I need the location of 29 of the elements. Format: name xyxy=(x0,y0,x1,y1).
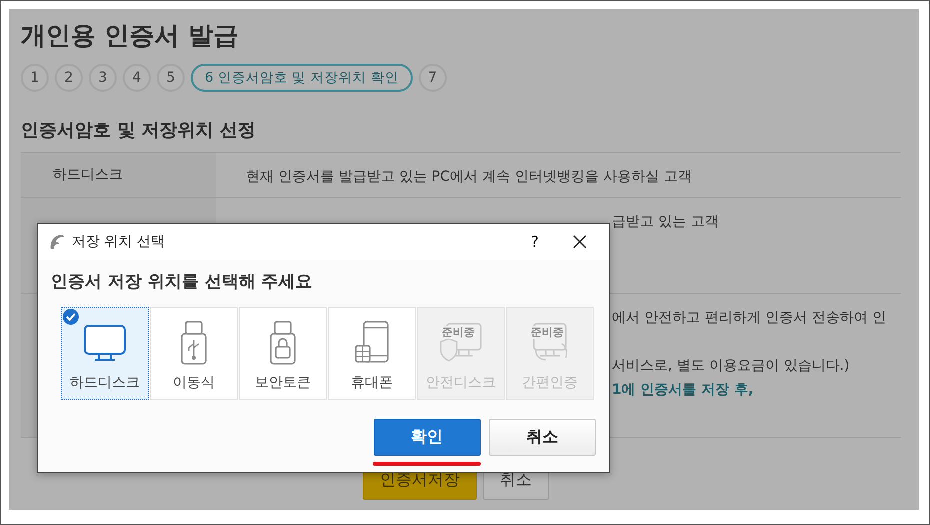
help-button[interactable]: ? xyxy=(525,233,545,251)
status-badge: 준비중 xyxy=(442,326,475,339)
storage-option[interactable]: 보안토큰 xyxy=(239,307,327,400)
storage-option[interactable]: 하드디스크 xyxy=(61,307,149,400)
storage-option[interactable]: 휴대폰 xyxy=(328,307,416,400)
step-indicator: 2 xyxy=(55,64,83,92)
section-title: 인증서암호 및 저장위치 선정 xyxy=(21,119,257,142)
dialog-title: 저장 위치 선택 xyxy=(72,233,166,251)
description-text: 현재 인증서를 발급받고 있는 PC에서 계속 인터넷뱅킹을 사용하실 고객 xyxy=(246,168,693,187)
description-text: 에서 안전하고 편리하게 인증서 전송하여 인 xyxy=(612,309,888,328)
step-indicator: 7 xyxy=(418,64,447,92)
step-indicator: 5 xyxy=(157,64,185,92)
step-indicator: 4 xyxy=(123,64,151,92)
status-badge: 준비중 xyxy=(531,326,564,339)
dialog-heading: 인증서 저장 위치를 선택해 주세요 xyxy=(51,271,314,293)
step-indicator: 3 xyxy=(89,64,117,92)
step-indicator: 1 xyxy=(21,64,49,92)
storage-option[interactable]: 이동식 xyxy=(150,307,238,400)
description-text: 서비스로, 별도 이용요금이 있습니다.) xyxy=(612,357,851,376)
table-label-cell: 하드디스크 xyxy=(21,153,216,197)
description-text: 급받고 있는 고객 xyxy=(612,213,720,232)
checkmark-icon xyxy=(63,309,79,325)
description-text: 1에 인증서를 저장 후, xyxy=(612,381,755,400)
confirm-button[interactable]: 확인 xyxy=(374,419,480,456)
page-title: 개인용 인증서 발급 xyxy=(21,20,240,52)
dolphin-logo-icon xyxy=(48,233,66,251)
cancel-button[interactable]: 취소 xyxy=(489,419,596,456)
close-icon[interactable] xyxy=(573,235,587,249)
step-indicator: 6 인증서암호 및 저장위치 확인 xyxy=(191,64,413,92)
